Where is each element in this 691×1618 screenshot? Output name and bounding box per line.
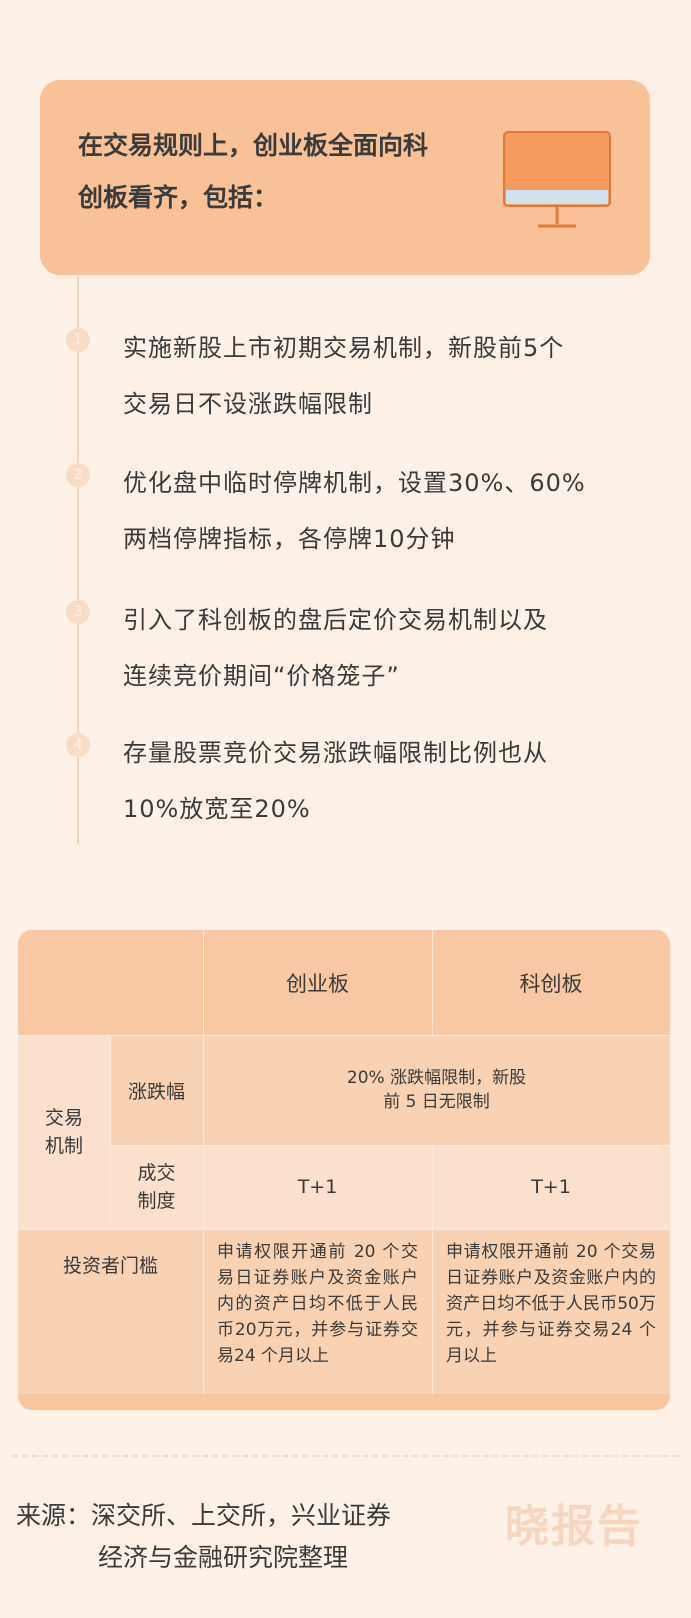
comparison-table: 创业板 科创板 交易机制 涨跌幅 20% 涨跌幅限制，新股 前 5 日无限制 成… (18, 930, 670, 1410)
step-text-line1: 优化盘中临时停牌机制，设置30%、60% (123, 469, 586, 497)
row-limit-value-line1: 20% 涨跌幅限制，新股 (346, 1068, 527, 1088)
header-title-line2: 创板看齐，包括： (78, 183, 279, 212)
step-number-badge: 3 (66, 600, 90, 624)
source-line1: 来源：深交所、上交所，兴业证券 (16, 1501, 392, 1530)
table-header-chuangye: 创业板 (203, 930, 432, 1035)
table-divider (18, 1035, 670, 1036)
step-text-line2: 连续竞价期间“价格笼子” (123, 662, 400, 690)
step-text-line2: 10%放宽至20% (123, 795, 311, 823)
row-label-limit: 涨跌幅 (110, 1035, 203, 1145)
step-text-line2: 交易日不设涨跌幅限制 (123, 390, 373, 418)
row-limit-value-line2: 前 5 日无限制 (383, 1092, 490, 1112)
row-group-trade-label: 交易机制 (44, 1107, 83, 1157)
row-label-settle-line1: 成交 (137, 1162, 176, 1184)
source-line2: 经济与金融研究院整理 (98, 1543, 349, 1572)
step-text-line1: 引入了科创板的盘后定价交易机制以及 (123, 606, 548, 634)
table-divider (203, 930, 204, 1394)
header-title-line1: 在交易规则上，创业板全面向科 (78, 131, 429, 160)
row-limit-value: 20% 涨跌幅限制，新股 前 5 日无限制 (203, 1035, 670, 1145)
step-text-line2: 两档停牌指标，各停牌10分钟 (123, 525, 456, 553)
row-label-settle: 成交 制度 (110, 1145, 203, 1229)
monitor-icon (503, 131, 611, 228)
row-label-investor: 投资者门槛 (18, 1229, 203, 1394)
table-bottom-strip (18, 1394, 670, 1410)
table-divider (432, 1145, 433, 1394)
step-text-line1: 实施新股上市初期交易机制，新股前5个 (123, 334, 565, 362)
step-number-badge: 1 (66, 328, 90, 352)
step-text: 实施新股上市初期交易机制，新股前5个 交易日不设涨跌幅限制 (123, 320, 643, 432)
investor-kechuang: 申请权限开通前 20 个交易日证券账户及资金账户内的资产日均不低于人民币50万元… (432, 1229, 670, 1394)
row-group-trade: 交易机制 (18, 1035, 110, 1229)
source-note: 来源：深交所、上交所，兴业证券 经济与金融研究院整理 (16, 1495, 486, 1579)
step-text: 引入了科创板的盘后定价交易机制以及 连续竞价期间“价格笼子” (123, 592, 643, 704)
table-divider (18, 1229, 670, 1230)
table-header-blank (18, 930, 203, 1035)
timeline-line (77, 275, 79, 845)
step-text: 优化盘中临时停牌机制，设置30%、60% 两档停牌指标，各停牌10分钟 (123, 455, 643, 567)
table-divider (110, 1145, 670, 1146)
step-text: 存量股票竞价交易涨跌幅限制比例也从 10%放宽至20% (123, 725, 643, 837)
table-divider (432, 930, 433, 1035)
step-text-line1: 存量股票竞价交易涨跌幅限制比例也从 (123, 739, 548, 767)
footer-divider (12, 1455, 679, 1457)
header-card: 在交易规则上，创业板全面向科 创板看齐，包括： (40, 80, 650, 275)
header-title: 在交易规则上，创业板全面向科 创板看齐，包括： (78, 120, 498, 224)
investor-chuangye: 申请权限开通前 20 个交易日证券账户及资金账户内的资产日均不低于人民币20万元… (203, 1229, 432, 1394)
infographic-page: 在交易规则上，创业板全面向科 创板看齐，包括： 1 实施新股上市初期交易机制，新… (0, 0, 691, 1618)
settle-chuangye: T+1 (297, 1176, 338, 1198)
table-divider (110, 1035, 111, 1229)
step-number-badge: 2 (66, 463, 90, 487)
settle-kechuang: T+1 (531, 1176, 571, 1198)
step-number-badge: 4 (66, 733, 90, 757)
table-header-kechuang: 科创板 (432, 930, 670, 1035)
row-label-settle-line2: 制度 (137, 1190, 176, 1212)
brand-watermark: 晓报告 (505, 1501, 643, 1552)
